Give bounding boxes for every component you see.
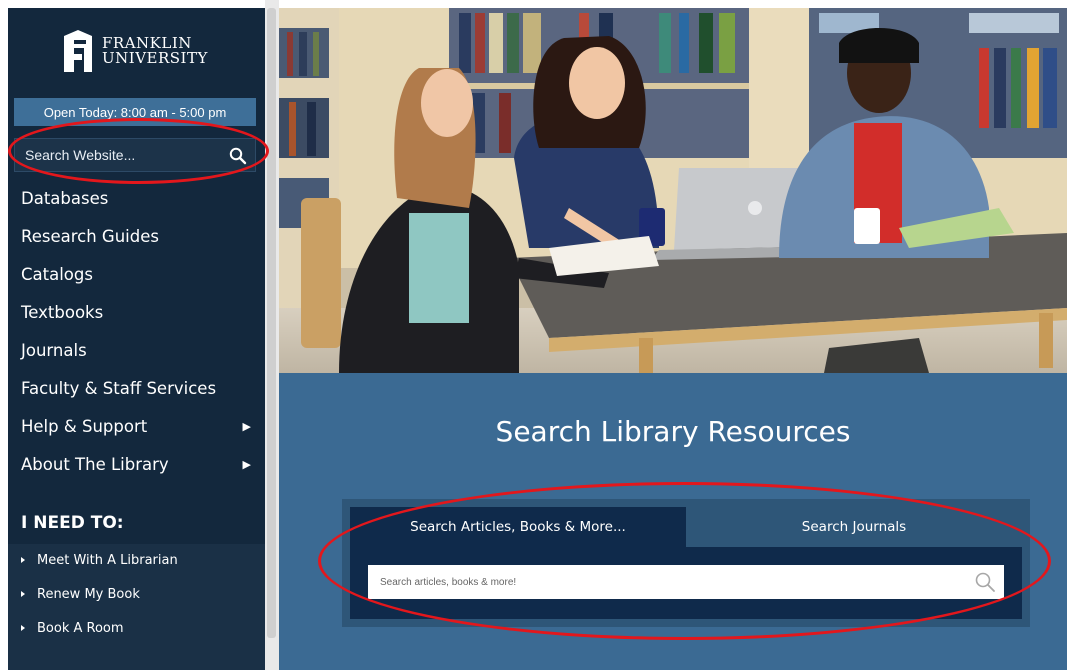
sidebar-item-label: Catalogs bbox=[21, 265, 93, 284]
bullet-icon bbox=[21, 556, 25, 563]
sidebar: FRANKLIN UNIVERSITY Open Today: 8:00 am … bbox=[8, 8, 265, 670]
brand-wordmark: FRANKLIN UNIVERSITY bbox=[102, 36, 208, 66]
hours-banner: Open Today: 8:00 am - 5:00 pm bbox=[14, 98, 256, 126]
sidebar-item-faculty-staff-services[interactable]: Faculty & Staff Services bbox=[8, 370, 265, 408]
mug-white bbox=[854, 208, 880, 244]
site-search-input[interactable] bbox=[15, 139, 225, 171]
magnifier-icon[interactable] bbox=[974, 571, 996, 593]
sidebar-item-label: Help & Support bbox=[21, 417, 148, 436]
sidebar-item-label: Research Guides bbox=[21, 227, 159, 246]
i-need-to-list: Meet With A Librarian Renew My Book Book… bbox=[8, 544, 265, 670]
chair bbox=[301, 198, 341, 348]
brand-line-2: UNIVERSITY bbox=[102, 49, 208, 67]
triangle-right-icon: ▶ bbox=[242, 420, 251, 433]
triangle-right-icon: ▶ bbox=[242, 458, 251, 471]
need-item-label: Renew My Book bbox=[37, 587, 140, 602]
sidebar-item-label: Databases bbox=[21, 189, 109, 208]
hero-image bbox=[279, 8, 1067, 373]
sidebar-item-databases[interactable]: Databases bbox=[8, 180, 265, 218]
i-need-to-heading: I NEED TO: bbox=[21, 513, 124, 533]
sidebar-item-about-library[interactable]: About The Library ▶ bbox=[8, 446, 265, 484]
sidebar-item-catalogs[interactable]: Catalogs bbox=[8, 256, 265, 294]
need-item-label: Meet With A Librarian bbox=[37, 553, 178, 568]
franklin-logo[interactable]: FRANKLIN UNIVERSITY bbox=[60, 28, 220, 72]
sidebar-item-label: Textbooks bbox=[21, 303, 104, 322]
tab-search-journals[interactable]: Search Journals bbox=[686, 507, 1022, 547]
need-item-meet-librarian[interactable]: Meet With A Librarian bbox=[8, 544, 265, 578]
need-item-label: Book A Room bbox=[37, 621, 124, 636]
bullet-icon bbox=[21, 590, 25, 597]
franklin-logo-icon bbox=[64, 30, 92, 72]
scrollbar[interactable] bbox=[265, 0, 279, 670]
sidebar-item-label: Journals bbox=[21, 341, 87, 360]
sidebar-nav: Databases Research Guides Catalogs Textb… bbox=[8, 180, 265, 484]
search-section-title: Search Library Resources bbox=[495, 415, 851, 448]
resource-search-input[interactable] bbox=[368, 565, 958, 599]
site-search-box bbox=[14, 138, 256, 172]
need-item-book-room[interactable]: Book A Room bbox=[8, 612, 265, 646]
sidebar-item-journals[interactable]: Journals bbox=[8, 332, 265, 370]
resource-search-box bbox=[368, 565, 1004, 599]
sidebar-item-label: Faculty & Staff Services bbox=[21, 379, 217, 398]
tab-search-articles[interactable]: Search Articles, Books & More... bbox=[350, 507, 686, 547]
scrollbar-thumb[interactable] bbox=[267, 8, 276, 638]
search-widget: Search Articles, Books & More... Search … bbox=[342, 499, 1030, 627]
need-item-renew-book[interactable]: Renew My Book bbox=[8, 578, 265, 612]
sidebar-item-textbooks[interactable]: Textbooks bbox=[8, 294, 265, 332]
search-icon[interactable] bbox=[229, 147, 247, 165]
sidebar-item-label: About The Library bbox=[21, 455, 169, 474]
search-library-section: Search Library Resources Search Articles… bbox=[279, 373, 1067, 670]
sidebar-item-research-guides[interactable]: Research Guides bbox=[8, 218, 265, 256]
tab-panel bbox=[350, 547, 1022, 619]
sidebar-item-help-support[interactable]: Help & Support ▶ bbox=[8, 408, 265, 446]
bullet-icon bbox=[21, 624, 25, 631]
